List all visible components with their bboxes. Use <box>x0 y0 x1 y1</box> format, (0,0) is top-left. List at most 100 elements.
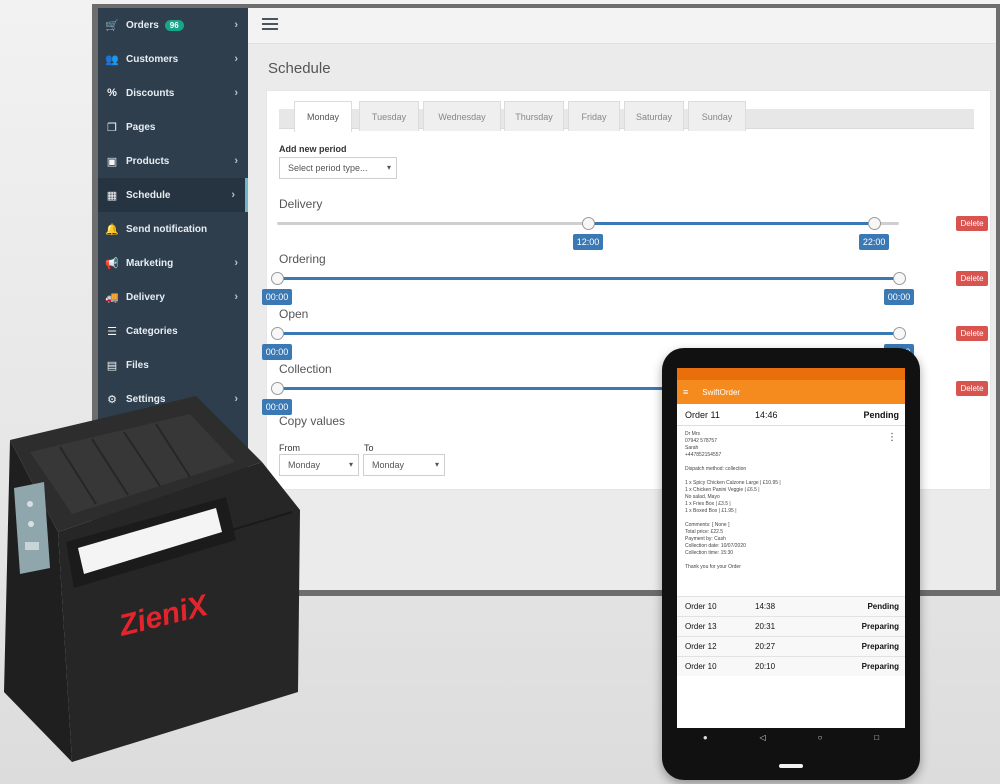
order-detail-line: No salad, Mayo <box>685 494 720 500</box>
order-detail-line <box>685 459 897 466</box>
ordering-period-title: Ordering <box>279 252 326 266</box>
sidebar-item-delivery[interactable]: 🚚 Delivery › <box>98 280 248 314</box>
order-status: Pending <box>863 409 900 420</box>
order-detail-line: 1 x Chicken Panini Veggie | £6.5 | <box>685 487 760 493</box>
order-row-label: Order 13 <box>685 622 717 631</box>
order-detail-line: Collection time: 15:30 <box>685 550 734 556</box>
order-detail-line: Dispatch method: collection <box>685 466 747 472</box>
sidebar-item-label: Schedule <box>126 189 171 201</box>
order-detail-line <box>685 515 897 522</box>
tablet-device: ≡ SwiftOrder Order 11 14:46 Pending ⋮ Dr… <box>662 348 920 780</box>
file-icon: ▤ <box>106 359 118 372</box>
ordering-slider-from-value: 00:00 <box>262 289 292 305</box>
open-period-title: Open <box>279 307 309 321</box>
open-delete-button[interactable]: Delete <box>956 326 988 341</box>
sidebar-item-orders[interactable]: 🛒 Orders 96 › <box>98 8 248 42</box>
open-slider-from-value: 00:00 <box>262 344 292 360</box>
sidebar-item-files[interactable]: ▤ Files <box>98 348 248 382</box>
tab-sunday[interactable]: Sunday <box>688 101 746 131</box>
order-row[interactable]: Order 13 20:31 Preparing <box>677 616 905 636</box>
order-detail-line: Thank you for your Order <box>685 564 741 570</box>
order-detail-line <box>685 473 897 480</box>
back-icon[interactable]: ◁ <box>760 733 766 742</box>
home-icon[interactable]: ○ <box>818 733 823 742</box>
order-row-status: Preparing <box>861 622 899 631</box>
delivery-time-slider[interactable]: 12:00 22:00 <box>277 217 899 250</box>
order-row[interactable]: Order 10 20:10 Preparing <box>677 656 905 676</box>
order-detail-line: Comments: [ None ] <box>685 522 730 528</box>
open-time-slider[interactable]: 00:0000:00 <box>262 327 914 360</box>
sidebar-item-products[interactable]: ▣ Products › <box>98 144 248 178</box>
order-detail-line: Total price: £22.5 <box>685 529 724 535</box>
open-slider-to-handle[interactable] <box>893 327 906 340</box>
page-title: Schedule <box>268 60 331 77</box>
chevron-right-icon: › <box>234 155 238 167</box>
tab-tuesday[interactable]: Tuesday <box>359 101 419 131</box>
order-row-label: Order 10 <box>685 602 717 611</box>
tab-friday[interactable]: Friday <box>568 101 620 131</box>
menu-icon[interactable]: ≡ <box>683 387 688 397</box>
ordering-slider-from-handle[interactable] <box>271 272 284 285</box>
sidebar-item-send-notification[interactable]: 🔔 Send notification <box>98 212 248 246</box>
sidebar-item-label: Send notification <box>126 223 208 235</box>
sidebar-item-label: Delivery <box>126 291 165 303</box>
sidebar-item-categories[interactable]: ☰ Categories <box>98 314 248 348</box>
sidebar-item-schedule[interactable]: ▦ Schedule › <box>98 178 248 212</box>
period-type-select[interactable]: Select period type... ▾ <box>279 157 397 179</box>
sidebar-item-discounts[interactable]: % Discounts › <box>98 76 248 110</box>
tablet-status-bar <box>677 368 905 380</box>
recents-icon[interactable]: □ <box>874 733 879 742</box>
chevron-down-icon: ▾ <box>434 460 439 469</box>
ordering-slider-to-handle[interactable] <box>893 272 906 285</box>
app-bar: ≡ SwiftOrder <box>677 380 905 404</box>
order-detail-line: 07942 578757 <box>685 438 717 444</box>
more-options-icon[interactable]: ⋮ <box>887 433 897 443</box>
order-list: Order 10 14:38 Pending Order 13 20:31 Prepari… <box>677 596 905 676</box>
delivery-slider-from-handle[interactable] <box>582 217 595 230</box>
order-row[interactable]: Order 10 14:38 Pending <box>677 596 905 616</box>
box-icon: ▣ <box>106 155 118 168</box>
tab-thursday[interactable]: Thursday <box>504 101 564 131</box>
order-row-time: 20:31 <box>755 622 776 631</box>
collection-period-title: Collection <box>279 362 332 376</box>
chevron-right-icon: › <box>234 53 238 65</box>
order-detail-line: +447852154557 <box>685 452 722 458</box>
ordering-delete-button[interactable]: Delete <box>956 271 988 286</box>
bell-icon: 🔔 <box>105 223 119 236</box>
open-slider-range <box>277 332 899 335</box>
sidebar-item-pages[interactable]: ❐ Pages <box>98 110 248 144</box>
tab-wednesday[interactable]: Wednesday <box>423 101 501 131</box>
order-label: Order 11 <box>685 409 720 420</box>
users-icon: 👥 <box>105 53 119 66</box>
tab-saturday[interactable]: Saturday <box>624 101 684 131</box>
open-slider-from-handle[interactable] <box>271 327 284 340</box>
order-row[interactable]: Order 12 20:27 Preparing <box>677 636 905 656</box>
percent-icon: % <box>107 87 117 99</box>
ordering-time-slider[interactable]: 00:00 00:00 <box>262 272 914 305</box>
tab-monday[interactable]: Monday <box>294 101 352 132</box>
sidebar-item-marketing[interactable]: 📢 Marketing › <box>98 246 248 280</box>
hamburger-menu-icon[interactable] <box>262 18 278 33</box>
delivery-slider-to-handle[interactable] <box>868 217 882 230</box>
order-row-time: 14:38 <box>755 602 776 611</box>
add-period-label: Add new period <box>279 144 347 154</box>
assistant-icon[interactable]: ● <box>703 733 708 742</box>
sidebar-item-customers[interactable]: 👥 Customers › <box>98 42 248 76</box>
error-led <box>28 521 34 527</box>
current-order-header[interactable]: Order 11 14:46 Pending <box>677 404 905 426</box>
delivery-period-title: Delivery <box>279 197 323 211</box>
delivery-delete-button[interactable]: Delete <box>956 216 988 231</box>
chevron-right-icon: › <box>234 19 238 31</box>
android-nav-bar: ● ◁ ○ □ <box>677 728 905 746</box>
order-detail-lines: Dr Mrs 07942 578757 Sarah +447852154557 Disp… <box>685 431 897 571</box>
top-bar <box>248 8 996 44</box>
list-icon: ☰ <box>107 325 117 338</box>
sidebar-item-label: Discounts <box>126 87 175 99</box>
tablet-home-button <box>779 764 803 768</box>
copy-to-select[interactable]: Monday ▾ <box>363 454 445 476</box>
truck-icon: 🚚 <box>105 291 119 304</box>
feed-button[interactable] <box>25 542 39 550</box>
chevron-down-icon: ▾ <box>386 163 391 172</box>
sidebar-item-label: Customers <box>126 53 179 65</box>
collection-delete-button[interactable]: Delete <box>956 381 988 396</box>
